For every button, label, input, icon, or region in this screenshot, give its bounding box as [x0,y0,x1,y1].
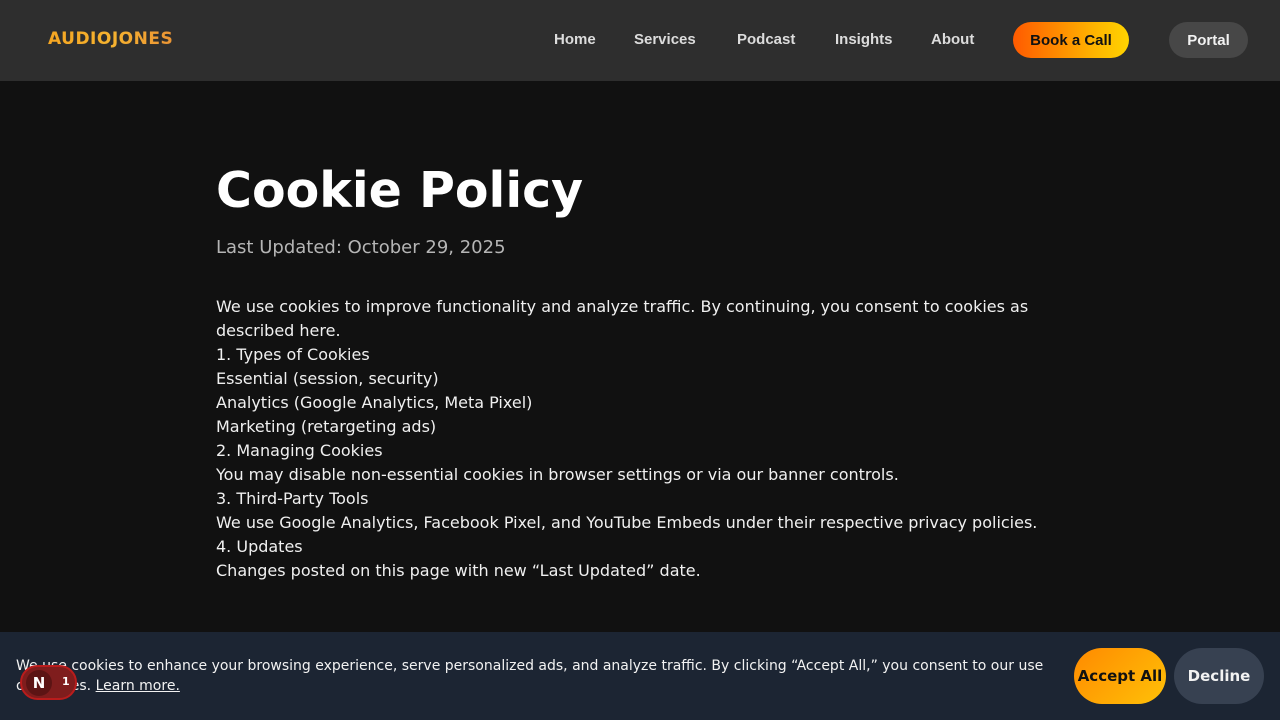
policy-intro: We use cookies to improve functionality … [216,297,1034,340]
accept-all-button[interactable]: Accept All [1074,648,1166,704]
policy-body: We use cookies to improve functionality … [216,295,1056,583]
nav-link-podcast[interactable]: Podcast [737,31,795,48]
nav-link-home[interactable]: Home [554,31,596,48]
nav-link-insights[interactable]: Insights [835,31,893,48]
section-heading-third-party: 3. Third-Party Tools [216,489,369,508]
last-updated-text: Last Updated: October 29, 2025 [216,237,506,258]
portal-button[interactable]: Portal [1169,22,1248,58]
site-logo[interactable]: AUDIOJONES [48,29,173,49]
notification-badge[interactable]: N 1 [20,665,77,700]
main-content: Cookie Policy Last Updated: October 29, … [216,160,1056,583]
section-heading-types: 1. Types of Cookies [216,345,370,364]
policy-line: Changes posted on this page with new “La… [216,561,701,580]
section-heading-updates: 4. Updates [216,537,303,556]
page-title: Cookie Policy [216,162,584,219]
policy-line: You may disable non-essential cookies in… [216,465,899,484]
top-navbar: AUDIOJONES Home Services Podcast Insight… [0,0,1280,81]
book-call-button[interactable]: Book a Call [1013,22,1129,58]
section-heading-managing: 2. Managing Cookies [216,441,383,460]
policy-line: Analytics (Google Analytics, Meta Pixel) [216,393,533,412]
learn-more-link[interactable]: Learn more. [96,678,180,694]
notification-letter-icon: N [26,670,52,696]
nav-link-about[interactable]: About [931,31,974,48]
cookie-banner-text: We use cookies to enhance your browsing … [16,656,1046,696]
decline-button[interactable]: Decline [1174,648,1264,704]
notification-count: 1 [62,675,70,688]
nav-link-services[interactable]: Services [634,31,696,48]
policy-line: Essential (session, security) [216,369,439,388]
policy-line: Marketing (retargeting ads) [216,417,437,436]
policy-line: We use Google Analytics, Facebook Pixel,… [216,513,1038,532]
